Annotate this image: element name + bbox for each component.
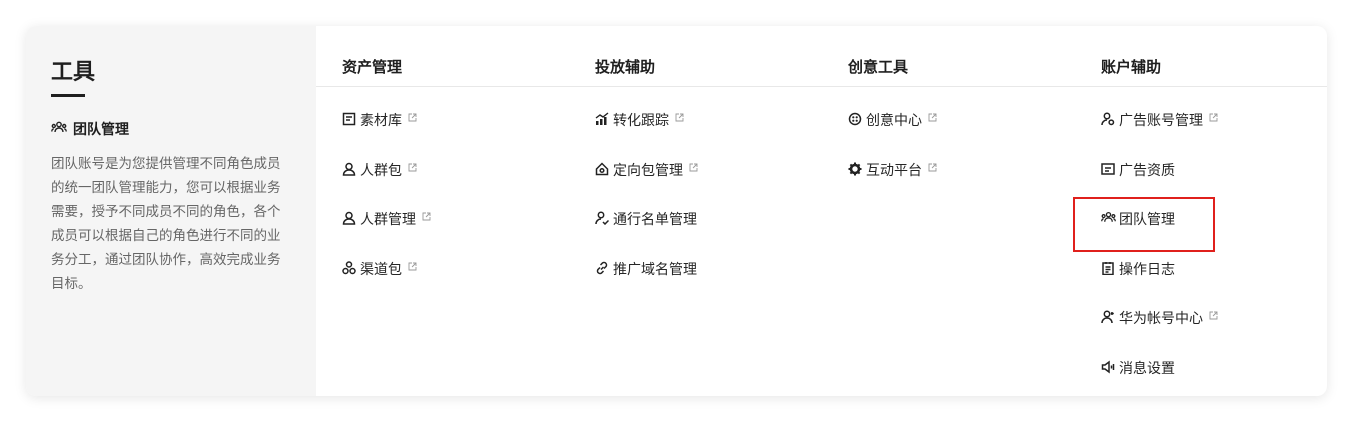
external-link-icon (422, 212, 431, 221)
menu-item-label: 定向包管理 (613, 162, 683, 179)
menu-item-audience-package[interactable]: 人群包 (342, 160, 431, 210)
external-link-icon (1209, 311, 1218, 320)
speaker-icon (1101, 360, 1119, 374)
column-header-asset: 资产管理 (342, 58, 403, 76)
menu-item-operation-log[interactable]: 操作日志 (1101, 259, 1218, 309)
menu-item-label: 操作日志 (1119, 261, 1175, 278)
column-header-account: 账户辅助 (1101, 58, 1162, 76)
panel-title: 工具 (51, 60, 96, 85)
person-icon (342, 162, 360, 176)
menu-item-label: 创意中心 (866, 113, 922, 129)
menu-item-label: 广告资质 (1119, 162, 1175, 179)
menu-item-ad-account-management[interactable]: 广告账号管理 (1101, 110, 1218, 160)
menu-item-label: 通行名单管理 (613, 212, 697, 228)
section-heading: 团队管理 (51, 119, 129, 139)
column-delivery: 转化跟踪 定向包管理 通行名单管理 推广域名管理 (595, 110, 698, 308)
menu-item-label: 消息设置 (1119, 360, 1175, 377)
external-link-icon (689, 163, 698, 172)
library-icon (342, 112, 360, 126)
section-title: 团队管理 (73, 122, 129, 138)
channel-icon (342, 260, 360, 275)
account-icon (1101, 112, 1119, 126)
menu-item-domain-management[interactable]: 推广域名管理 (595, 259, 698, 309)
external-link-icon (928, 113, 937, 122)
external-link-icon (408, 113, 417, 122)
menu-item-label: 互动平台 (866, 162, 922, 179)
external-link-icon (408, 262, 417, 271)
tools-info-panel: 工具 团队管理 团队账号是为您提供管理不同角色成员的统一团队管理能力，您可以根据… (26, 26, 316, 396)
highlight-box (1073, 197, 1215, 252)
menu-item-conversion-tracking[interactable]: 转化跟踪 (595, 110, 698, 160)
column-header-creative: 创意工具 (848, 58, 909, 76)
id-card-icon (1101, 162, 1119, 176)
menu-item-huawei-account-center[interactable]: 华为帐号中心 (1101, 308, 1218, 358)
external-link-icon (1209, 113, 1218, 122)
person-check-icon (595, 211, 613, 225)
column-header-row: 资产管理 投放辅助 创意工具 账户辅助 (316, 26, 1327, 87)
menu-item-label: 渠道包 (360, 261, 402, 278)
home-target-icon (595, 161, 613, 176)
external-link-icon (408, 163, 417, 172)
menu-item-material-library[interactable]: 素材库 (342, 110, 431, 160)
column-creative: 创意中心 互动平台 (848, 110, 937, 209)
menu-item-message-settings[interactable]: 消息设置 (1101, 358, 1218, 397)
column-header-delivery: 投放辅助 (595, 58, 656, 76)
column-asset: 素材库 人群包 人群管理 渠道包 (342, 110, 431, 308)
menu-item-label: 华为帐号中心 (1119, 311, 1203, 327)
menu-item-creative-center[interactable]: 创意中心 (848, 110, 937, 160)
menu-item-label: 人群管理 (360, 212, 416, 228)
chart-icon (595, 112, 613, 126)
menu-item-targeting-package[interactable]: 定向包管理 (595, 160, 698, 210)
creative-icon (848, 112, 866, 126)
menu-item-label: 转化跟踪 (613, 113, 669, 129)
menu-item-label: 推广域名管理 (613, 261, 697, 278)
team-icon (51, 121, 67, 137)
link-icon (595, 261, 613, 275)
menu-item-allowlist-management[interactable]: 通行名单管理 (595, 209, 698, 259)
menu-item-audience-management[interactable]: 人群管理 (342, 209, 431, 259)
column-account: 广告账号管理 广告资质 团队管理 操作日志 华为帐号中心 消息设置 (1101, 110, 1218, 396)
menu-item-label: 广告账号管理 (1119, 113, 1203, 129)
section-description: 团队账号是为您提供管理不同角色成员的统一团队管理能力，您可以根据业务需要，授予不… (51, 156, 281, 292)
menu-item-channel-package[interactable]: 渠道包 (342, 259, 431, 309)
gear-icon (848, 162, 866, 176)
person-icon (342, 211, 360, 225)
person-key-icon (1101, 310, 1119, 324)
menu-item-label: 人群包 (360, 162, 402, 179)
clipboard-icon (1101, 261, 1119, 275)
title-underline (51, 94, 85, 97)
external-link-icon (928, 163, 937, 172)
menu-item-label: 素材库 (360, 113, 402, 129)
external-link-icon (675, 113, 684, 122)
menu-item-interaction-platform[interactable]: 互动平台 (848, 160, 937, 210)
